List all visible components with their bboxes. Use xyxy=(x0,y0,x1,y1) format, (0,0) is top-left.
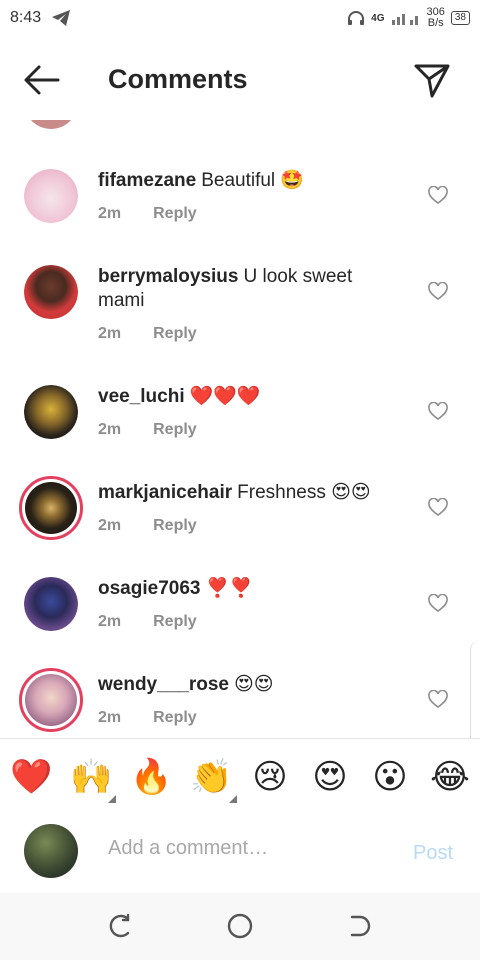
comment-time: 2m xyxy=(98,421,122,438)
back-arrow-icon[interactable] xyxy=(22,62,62,98)
home-icon[interactable] xyxy=(225,911,255,941)
reply-button[interactable]: Reply xyxy=(153,205,197,223)
comment-time: 2m xyxy=(98,205,122,222)
skin-tone-indicator xyxy=(108,795,116,803)
current-user-avatar xyxy=(24,824,78,878)
comment-text: vee_luchi ❤️❤️❤️ xyxy=(98,385,398,409)
avatar-image xyxy=(24,265,78,319)
heart-outline-icon[interactable] xyxy=(428,594,448,614)
emoji-clapping-hands[interactable]: 👏 xyxy=(190,757,232,797)
comment-meta: 2m Reply xyxy=(98,709,197,727)
heart-outline-icon[interactable] xyxy=(428,186,448,206)
comment-text: berrymaloysius U look sweet mami xyxy=(98,265,398,313)
reply-button[interactable]: Reply xyxy=(153,421,197,439)
battery-icon: 38 xyxy=(450,11,470,25)
avatar[interactable] xyxy=(24,265,78,319)
avatar[interactable] xyxy=(24,169,78,223)
avatar-image xyxy=(24,385,78,439)
comment-meta: 2m Reply xyxy=(98,325,197,343)
heart-outline-icon[interactable] xyxy=(428,690,448,710)
avatar-image xyxy=(24,577,78,631)
comment-meta: 2m Reply xyxy=(98,421,197,439)
header: Comments xyxy=(0,36,480,120)
avatar[interactable] xyxy=(24,577,78,631)
username[interactable]: fifamezane xyxy=(98,170,196,191)
reply-button[interactable]: Reply xyxy=(153,325,197,343)
network-type: 4G xyxy=(371,12,385,24)
signal-icon xyxy=(391,14,418,25)
telegram-icon xyxy=(52,10,71,26)
avatar-story-ring[interactable] xyxy=(19,668,83,732)
avatar-image xyxy=(25,674,77,726)
comment-time: 2m xyxy=(98,517,122,534)
avatar-story-ring[interactable] xyxy=(19,476,83,540)
emoji-fire[interactable]: 🔥 xyxy=(130,757,172,797)
system-nav-bar xyxy=(0,893,480,960)
clock: 8:43 xyxy=(10,9,42,26)
reply-button[interactable]: Reply xyxy=(153,613,197,631)
emoji-raising-hands[interactable]: 🙌 xyxy=(70,757,112,797)
emoji-reaction-bar: ❤️ 🙌 🔥 👏 😢 😍 😮 😂 xyxy=(0,738,480,812)
heart-outline-icon[interactable] xyxy=(428,498,448,518)
avatar-image xyxy=(25,482,77,534)
emoji-crying-face[interactable]: 😢 xyxy=(250,757,290,797)
post-button[interactable]: Post xyxy=(413,842,453,865)
add-comment-bar: Post xyxy=(0,811,480,893)
page-title: Comments xyxy=(108,64,248,94)
headphones-icon xyxy=(348,11,365,25)
emoji-surprised-face[interactable]: 😮 xyxy=(370,757,410,797)
skin-tone-indicator xyxy=(229,795,237,803)
username[interactable]: osagie7063 xyxy=(98,578,200,599)
comment-body: ❣️❣️ xyxy=(205,578,253,599)
comment-text: osagie7063 ❣️❣️ xyxy=(98,577,398,601)
username[interactable]: vee_luchi xyxy=(98,386,185,407)
heart-outline-icon[interactable] xyxy=(428,282,448,302)
comment-list[interactable]: fifamezane Beautiful 🤩 2m Reply berrymalo… xyxy=(0,105,480,738)
avatar[interactable] xyxy=(24,385,78,439)
emoji-tears-of-joy[interactable]: 😂 xyxy=(430,757,470,797)
emoji-heart-eyes[interactable]: 😍 xyxy=(310,757,350,797)
comment-body: Freshness 😍😍 xyxy=(237,482,371,503)
reply-button[interactable]: Reply xyxy=(153,517,197,535)
comment-body: ❤️❤️❤️ xyxy=(189,386,261,407)
comment-text: wendy___rose 😍😍 xyxy=(98,673,398,697)
comment-body: 😍😍 xyxy=(233,674,274,695)
comment-meta: 2m Reply xyxy=(98,517,197,535)
comment-text: fifamezane Beautiful 🤩 xyxy=(98,169,398,193)
comment-meta: 2m Reply xyxy=(98,205,197,223)
reply-button[interactable]: Reply xyxy=(153,709,197,727)
username[interactable]: wendy___rose xyxy=(98,674,229,695)
heart-outline-icon[interactable] xyxy=(428,402,448,422)
net-speed: 306 B/s xyxy=(426,6,445,29)
comment-time: 2m xyxy=(98,325,122,342)
emoji-heart[interactable]: ❤️ xyxy=(10,757,52,797)
direct-send-icon[interactable] xyxy=(412,60,452,100)
avatar-image xyxy=(24,169,78,223)
username[interactable]: markjanicehair xyxy=(98,482,232,503)
comment-meta: 2m Reply xyxy=(98,613,197,631)
comment-input[interactable] xyxy=(108,837,388,860)
recent-apps-icon[interactable] xyxy=(106,911,136,941)
status-bar: 8:43 4G 306 B/s 38 xyxy=(0,0,480,36)
comment-text: markjanicehair Freshness 😍😍 xyxy=(98,481,398,505)
comment-time: 2m xyxy=(98,613,122,630)
comment-time: 2m xyxy=(98,709,122,726)
comment-body: Beautiful 🤩 xyxy=(201,170,305,191)
back-nav-icon[interactable] xyxy=(344,911,374,941)
username[interactable]: berrymaloysius xyxy=(98,266,238,287)
